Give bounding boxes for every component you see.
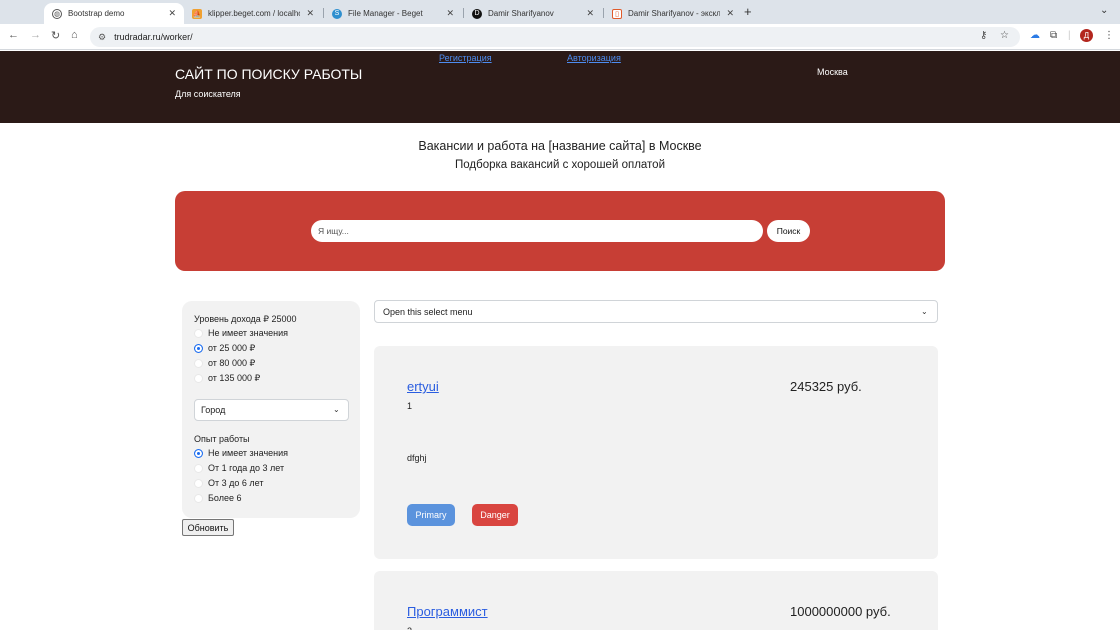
job-description: dfghj xyxy=(407,453,427,463)
city-select[interactable]: Город ⌄ xyxy=(194,399,349,421)
primary-button[interactable]: Primary xyxy=(407,504,455,526)
close-icon[interactable]: ✕ xyxy=(586,8,594,19)
job-title-link[interactable]: ertyui xyxy=(407,379,439,394)
job-title-link[interactable]: Программист xyxy=(407,604,488,619)
chevron-down-icon: ⌄ xyxy=(333,405,340,414)
chevron-down-icon: ⌄ xyxy=(921,307,928,316)
job-card: ertyui 245325 руб. 1 dfghj Primary Dange… xyxy=(374,346,938,559)
login-link[interactable]: Авторизация xyxy=(567,53,621,63)
experience-option-any[interactable]: Не имеет значения xyxy=(194,448,288,458)
chevron-down-icon[interactable]: ⌄ xyxy=(1100,5,1108,16)
tab-damir-exclusive[interactable]: ▯ Damir Sharifyanov - эксклюз ✕ xyxy=(604,3,742,24)
sort-select[interactable]: Open this select menu ⌄ xyxy=(374,300,938,323)
radio-button[interactable] xyxy=(194,328,203,338)
refresh-button[interactable]: Обновить xyxy=(182,519,234,536)
extensions-icon[interactable]: ⧉ xyxy=(1050,30,1057,41)
d-icon: D xyxy=(472,8,482,19)
income-label: Уровень дохода ₽ 25000 xyxy=(194,314,297,324)
page-subtitle: Подборка вакансий с хорошей оплатой xyxy=(455,159,665,171)
current-city[interactable]: Москва xyxy=(817,67,848,77)
experience-label: Опыт работы xyxy=(194,434,250,444)
web-page: САЙТ ПО ПОИСКУ РАБОТЫ Для соискателя Рег… xyxy=(0,51,1120,630)
page-title: Вакансии и работа на [название сайта] в … xyxy=(418,139,702,153)
brand-title: САЙТ ПО ПОИСКУ РАБОТЫ xyxy=(175,66,363,82)
close-icon[interactable]: ✕ xyxy=(726,8,734,19)
radio-button-checked[interactable] xyxy=(194,344,203,353)
job-card: Программист 1000000000 руб. 2 xyxy=(374,571,938,630)
income-option-135000[interactable]: от 135 000 ₽ xyxy=(194,373,260,384)
register-link[interactable]: Регистрация xyxy=(439,53,492,63)
income-option-any[interactable]: Не имеет значения xyxy=(194,328,288,338)
close-icon[interactable]: ✕ xyxy=(306,8,314,19)
job-salary: 245325 руб. xyxy=(790,379,862,394)
back-icon[interactable]: ← xyxy=(8,29,19,41)
radio-button[interactable] xyxy=(194,463,203,473)
document-icon: ▯ xyxy=(612,8,622,19)
close-icon[interactable]: ✕ xyxy=(446,8,454,19)
globe-icon: ◍ xyxy=(52,8,62,19)
bookmark-star-icon[interactable]: ☆ xyxy=(1000,30,1009,41)
tab-damir[interactable]: D Damir Sharifyanov ✕ xyxy=(464,3,602,24)
tab-phpmyadmin[interactable]: ⛵ klipper.beget.com / localhost ✕ xyxy=(184,3,322,24)
income-option-80000[interactable]: от 80 000 ₽ xyxy=(194,358,255,369)
experience-option-3-6[interactable]: От 3 до 6 лет xyxy=(194,478,263,488)
tab-file-manager[interactable]: S File Manager - Beget ✕ xyxy=(324,3,462,24)
avatar[interactable]: Д xyxy=(1080,29,1093,42)
new-tab-icon[interactable]: + xyxy=(744,4,752,19)
radio-button[interactable] xyxy=(194,493,203,503)
job-number: 1 xyxy=(407,401,413,411)
radio-button[interactable] xyxy=(194,374,203,383)
tab-bootstrap-demo[interactable]: ◍ Bootstrap demo ✕ xyxy=(44,3,184,24)
filter-panel: Уровень дохода ₽ 25000 Не имеет значения… xyxy=(182,301,360,518)
reload-icon[interactable]: ↻ xyxy=(51,29,60,42)
cloud-icon[interactable]: ☁ xyxy=(1030,30,1040,41)
job-number: 2 xyxy=(407,626,412,630)
close-icon[interactable]: ✕ xyxy=(168,8,176,19)
browser-toolbar: ← → ↻ ⌂ ⚙ trudradar.ru/worker/ ⚷ ☆ ☁ ⧉ |… xyxy=(0,24,1120,50)
search-input[interactable] xyxy=(311,220,763,242)
search-button[interactable]: Поиск xyxy=(767,220,810,242)
site-header: САЙТ ПО ПОИСКУ РАБОТЫ Для соискателя Рег… xyxy=(0,51,1120,123)
phpmyadmin-icon: ⛵ xyxy=(192,8,202,19)
divider: | xyxy=(1068,30,1071,41)
radio-button[interactable] xyxy=(194,478,203,488)
url-text: trudradar.ru/worker/ xyxy=(114,32,193,42)
income-option-25000[interactable]: от 25 000 ₽ xyxy=(194,343,255,354)
password-key-icon[interactable]: ⚷ xyxy=(980,30,987,41)
site-info-icon[interactable]: ⚙ xyxy=(98,32,106,43)
danger-button[interactable]: Danger xyxy=(472,504,518,526)
beget-icon: S xyxy=(332,8,342,19)
experience-option-1-3[interactable]: От 1 года до 3 лет xyxy=(194,463,284,473)
home-icon[interactable]: ⌂ xyxy=(71,29,78,41)
browser-tab-strip: ◍ Bootstrap demo ✕ ⛵ klipper.beget.com /… xyxy=(0,0,1120,24)
radio-button[interactable] xyxy=(194,359,203,368)
more-menu-icon[interactable]: ⋮ xyxy=(1104,30,1114,41)
experience-option-6-plus[interactable]: Более 6 xyxy=(194,493,241,503)
job-salary: 1000000000 руб. xyxy=(790,604,891,619)
radio-button-checked[interactable] xyxy=(194,448,203,458)
address-bar[interactable]: ⚙ trudradar.ru/worker/ xyxy=(90,27,1020,47)
search-band: Поиск xyxy=(175,191,945,271)
brand-subtitle: Для соискателя xyxy=(175,89,241,99)
forward-icon[interactable]: → xyxy=(30,29,41,41)
